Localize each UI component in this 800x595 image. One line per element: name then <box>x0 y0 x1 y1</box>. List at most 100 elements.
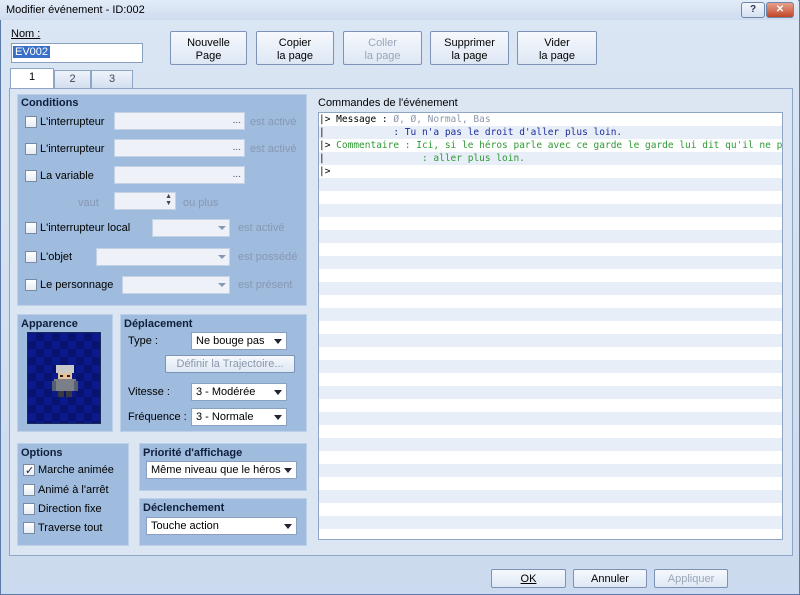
variable-vaut-label: vaut <box>78 197 99 209</box>
empty-row[interactable] <box>319 243 782 256</box>
empty-row[interactable] <box>319 204 782 217</box>
empty-row[interactable] <box>319 373 782 386</box>
tab-page-2[interactable]: 2 <box>54 70 91 88</box>
actor-state: est présent <box>238 279 293 291</box>
through-checkbox[interactable] <box>23 522 35 534</box>
empty-row[interactable] <box>319 412 782 425</box>
switch1-field[interactable]: ... <box>114 112 245 130</box>
empty-row[interactable] <box>319 308 782 321</box>
empty-row[interactable] <box>319 282 782 295</box>
tab-page-1[interactable]: 1 <box>10 68 54 88</box>
movement-type-dropdown[interactable]: Ne bouge pas <box>191 332 287 350</box>
character-sprite-preview[interactable] <box>27 332 101 424</box>
local-switch-checkbox[interactable] <box>25 222 37 234</box>
delete-page-button[interactable]: Supprimer la page <box>430 31 509 65</box>
check-icon: ✓ <box>25 465 35 477</box>
empty-row[interactable] <box>319 438 782 451</box>
command-text: : Tu n'a pas le droit d'aller plus loin. <box>393 127 623 138</box>
step-anim-checkbox[interactable] <box>23 484 35 496</box>
empty-row[interactable] <box>319 295 782 308</box>
switch1-label: L'interrupteur <box>40 116 105 128</box>
chevron-down-icon <box>218 283 226 287</box>
trigger-title: Déclenchement <box>143 502 225 514</box>
empty-row[interactable] <box>319 464 782 477</box>
command-list[interactable]: |> Message : Ø, Ø, Normal, Bas | : Tu n'a… <box>318 112 783 540</box>
options-title: Options <box>21 447 63 459</box>
variable-value-spinner[interactable]: ▲ ▼ <box>114 192 176 210</box>
item-checkbox[interactable] <box>25 251 37 263</box>
guard-sprite-icon <box>52 365 78 397</box>
variable-or-more: ou plus <box>183 197 219 209</box>
command-prefix: |> <box>319 166 331 177</box>
help-button[interactable]: ? <box>741 2 765 18</box>
name-value: EV002 <box>13 46 51 58</box>
close-button[interactable]: ✕ <box>766 2 794 18</box>
empty-row[interactable] <box>319 477 782 490</box>
apply-button[interactable]: Appliquer <box>654 569 728 588</box>
empty-row[interactable] <box>319 347 782 360</box>
cancel-button[interactable]: Annuler <box>573 569 647 588</box>
command-row[interactable]: |> Message : Ø, Ø, Normal, Bas <box>319 113 782 126</box>
switch2-field[interactable]: ... <box>114 139 245 157</box>
empty-row[interactable] <box>319 334 782 347</box>
empty-row[interactable] <box>319 269 782 282</box>
title-bar: Modifier événement - ID:002 ? ✕ <box>0 0 798 20</box>
empty-row[interactable] <box>319 425 782 438</box>
command-row[interactable]: |> Commentaire : Ici, si le héros parle … <box>319 139 782 152</box>
switch1-state: est activé <box>250 116 297 128</box>
empty-row[interactable] <box>319 191 782 204</box>
speed-dropdown[interactable]: 3 - Modérée <box>191 383 287 401</box>
ok-button[interactable]: OK <box>491 569 566 588</box>
frequency-label: Fréquence : <box>128 411 187 423</box>
switch2-checkbox[interactable] <box>25 143 37 155</box>
clear-page-button[interactable]: Vider la page <box>517 31 597 65</box>
empty-row[interactable] <box>319 256 782 269</box>
empty-row[interactable] <box>319 451 782 464</box>
command-text: Ø, Ø, Normal, Bas <box>393 114 491 125</box>
switch1-checkbox[interactable] <box>25 116 37 128</box>
window-title: Modifier événement - ID:002 <box>6 4 145 16</box>
variable-checkbox[interactable] <box>25 170 37 182</box>
item-label: L'objet <box>40 251 73 263</box>
appearance-title: Apparence <box>21 318 78 330</box>
variable-label: La variable <box>40 170 94 182</box>
variable-field[interactable]: ... <box>114 166 245 184</box>
direction-fix-checkbox[interactable] <box>23 503 35 515</box>
empty-row[interactable] <box>319 490 782 503</box>
item-state: est possédé <box>238 251 298 263</box>
item-dropdown[interactable] <box>96 248 230 266</box>
command-prefix: | <box>319 127 394 138</box>
command-row[interactable]: | : Tu n'a pas le droit d'aller plus loi… <box>319 126 782 139</box>
step-anim-label: Animé à l'arrêt <box>38 484 109 496</box>
tab-page-3[interactable]: 3 <box>91 70 133 88</box>
empty-row[interactable] <box>319 360 782 373</box>
command-row[interactable]: |> <box>319 165 782 178</box>
empty-row[interactable] <box>319 516 782 529</box>
trigger-dropdown[interactable]: Touche action <box>146 517 297 535</box>
priority-dropdown[interactable]: Même niveau que le héros <box>146 461 297 479</box>
empty-row[interactable] <box>319 178 782 191</box>
empty-row[interactable] <box>319 386 782 399</box>
empty-row[interactable] <box>319 503 782 516</box>
name-label: Nom : <box>11 28 41 40</box>
empty-row[interactable] <box>319 217 782 230</box>
empty-row[interactable] <box>319 230 782 243</box>
empty-row[interactable] <box>319 321 782 334</box>
movement-title: Déplacement <box>124 318 193 330</box>
commands-title: Commandes de l'événement <box>318 97 458 109</box>
chevron-down-icon <box>218 226 226 230</box>
paste-page-button[interactable]: Coller la page <box>343 31 422 65</box>
new-page-button[interactable]: Nouvelle Page <box>170 31 247 65</box>
movement-type-label: Type : <box>128 335 158 347</box>
command-row[interactable]: | : aller plus loin. <box>319 152 782 165</box>
empty-row[interactable] <box>319 399 782 412</box>
copy-page-button[interactable]: Copier la page <box>256 31 334 65</box>
command-prefix: | <box>319 153 422 164</box>
frequency-dropdown[interactable]: 3 - Normale <box>191 408 287 426</box>
actor-label: Le personnage <box>40 279 114 291</box>
actor-checkbox[interactable] <box>25 279 37 291</box>
walk-anim-checkbox[interactable]: ✓ <box>23 464 35 477</box>
switch2-label: L'interrupteur <box>40 143 105 155</box>
define-route-button[interactable]: Définir la Trajectoire... <box>165 355 295 373</box>
actor-dropdown[interactable] <box>122 276 230 294</box>
